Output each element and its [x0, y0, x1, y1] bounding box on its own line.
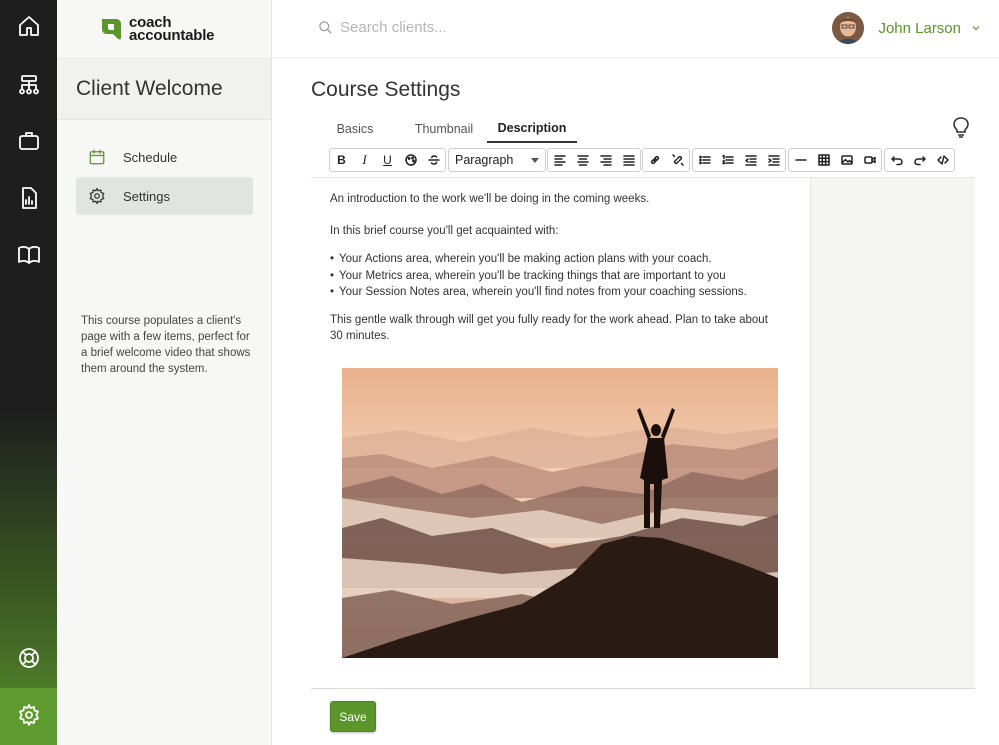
user-menu[interactable]: John Larson	[832, 12, 981, 44]
editor-closing-line-2: 30 minutes.	[330, 330, 390, 342]
undo-icon	[890, 156, 903, 166]
settings-tabs: Basics Thumbnail Description	[311, 114, 975, 144]
save-button[interactable]: Save	[330, 701, 376, 732]
user-name[interactable]: John Larson	[878, 20, 961, 37]
bold-button[interactable]: B	[330, 149, 353, 171]
editor-toolbar: B I U Paragraph	[311, 144, 975, 178]
link-button[interactable]	[643, 149, 666, 171]
tab-basics[interactable]: Basics	[329, 114, 381, 143]
link-icon	[650, 155, 659, 165]
sidebar-item-label: Settings	[123, 188, 170, 204]
tab-description[interactable]: Description	[487, 114, 577, 143]
editor-closing-line-1: This gentle walk through will get you fu…	[330, 314, 768, 326]
align-left-button[interactable]	[548, 149, 571, 171]
image-icon	[840, 155, 853, 165]
code-icon	[936, 155, 949, 165]
numbered-list-button[interactable]	[716, 149, 739, 171]
text-style-group: B I U	[329, 148, 446, 172]
editor-lead: In this brief course you'll get acquaint…	[330, 225, 559, 237]
calendar-icon	[87, 147, 107, 167]
icon-rail	[0, 0, 57, 745]
gear-icon[interactable]	[14, 700, 43, 729]
palette-icon	[404, 154, 417, 166]
page-title: Course Settings	[311, 78, 461, 101]
sidebar-title: Client Welcome	[76, 77, 223, 100]
book-icon[interactable]	[14, 240, 43, 269]
top-bar: John Larson	[272, 0, 999, 58]
align-center-button[interactable]	[571, 149, 594, 171]
indent-button[interactable]	[762, 149, 785, 171]
format-select-value: Paragraph	[455, 153, 514, 167]
course-sidebar: coach accountable Client Welcome Schedul…	[57, 0, 272, 745]
strikethrough-button[interactable]	[422, 149, 445, 171]
image-button[interactable]	[835, 149, 858, 171]
alignment-group	[547, 148, 641, 172]
editor-content[interactable]: An introduction to the work we'll be doi…	[311, 178, 810, 688]
brand-line-2: accountable	[129, 27, 215, 44]
search-input[interactable]	[340, 19, 640, 36]
editor-divider	[311, 688, 975, 689]
unlink-icon	[671, 154, 684, 166]
hierarchy-icon[interactable]	[14, 70, 43, 99]
sidebar-item-settings[interactable]: Settings	[76, 177, 253, 215]
undo-button[interactable]	[885, 149, 908, 171]
italic-button[interactable]: I	[353, 149, 376, 171]
list-item: Your Actions area, wherein you'll be mak…	[330, 251, 747, 268]
justify-button[interactable]	[617, 149, 640, 171]
unlink-button[interactable]	[666, 149, 689, 171]
bullet-list-button[interactable]	[693, 149, 716, 171]
link-group	[642, 148, 690, 172]
outdent-button[interactable]	[739, 149, 762, 171]
briefcase-icon[interactable]	[14, 126, 43, 155]
list-group	[692, 148, 786, 172]
video-icon	[863, 156, 876, 164]
strikethrough-icon	[427, 155, 440, 165]
list-item: Your Session Notes area, wherein you'll …	[330, 284, 747, 301]
chevron-down-icon[interactable]	[971, 23, 981, 33]
color-button[interactable]	[399, 149, 422, 171]
lightbulb-icon[interactable]	[951, 116, 971, 138]
table-icon	[817, 154, 830, 166]
search-box	[318, 19, 640, 36]
redo-icon	[913, 156, 926, 166]
brand-logo[interactable]: coach accountable	[99, 14, 215, 44]
list-item: Your Metrics area, wherein you'll be tra…	[330, 268, 747, 285]
search-icon	[319, 21, 332, 34]
gear-icon	[87, 186, 107, 206]
caret-down-icon	[531, 157, 539, 163]
brand-leaf-icon	[102, 19, 121, 40]
lifebuoy-icon[interactable]	[14, 643, 43, 672]
table-button[interactable]	[812, 149, 835, 171]
editor-bullet-list: Your Actions area, wherein you'll be mak…	[330, 251, 747, 301]
course-description: This course populates a client's page wi…	[81, 315, 251, 375]
avatar[interactable]	[832, 12, 865, 44]
home-icon[interactable]	[14, 11, 43, 40]
source-code-button[interactable]	[931, 149, 954, 171]
align-right-button[interactable]	[594, 149, 617, 171]
sidebar-item-schedule[interactable]: Schedule	[76, 138, 253, 176]
underline-button[interactable]: U	[376, 149, 399, 171]
sidebar-item-label: Schedule	[123, 149, 178, 165]
tab-thumbnail[interactable]: Thumbnail	[409, 114, 479, 143]
video-button[interactable]	[858, 149, 881, 171]
report-icon[interactable]	[14, 183, 43, 212]
horizontal-rule-button[interactable]	[789, 149, 812, 171]
history-group	[884, 148, 955, 172]
sidebar-header: Client Welcome	[57, 58, 271, 120]
insert-group	[788, 148, 882, 172]
redo-button[interactable]	[908, 149, 931, 171]
format-select[interactable]: Paragraph	[448, 148, 546, 172]
editor-intro: An introduction to the work we'll be doi…	[330, 193, 650, 205]
mountain-summit-photo[interactable]	[342, 368, 778, 658]
editor-side-panel	[810, 178, 975, 688]
